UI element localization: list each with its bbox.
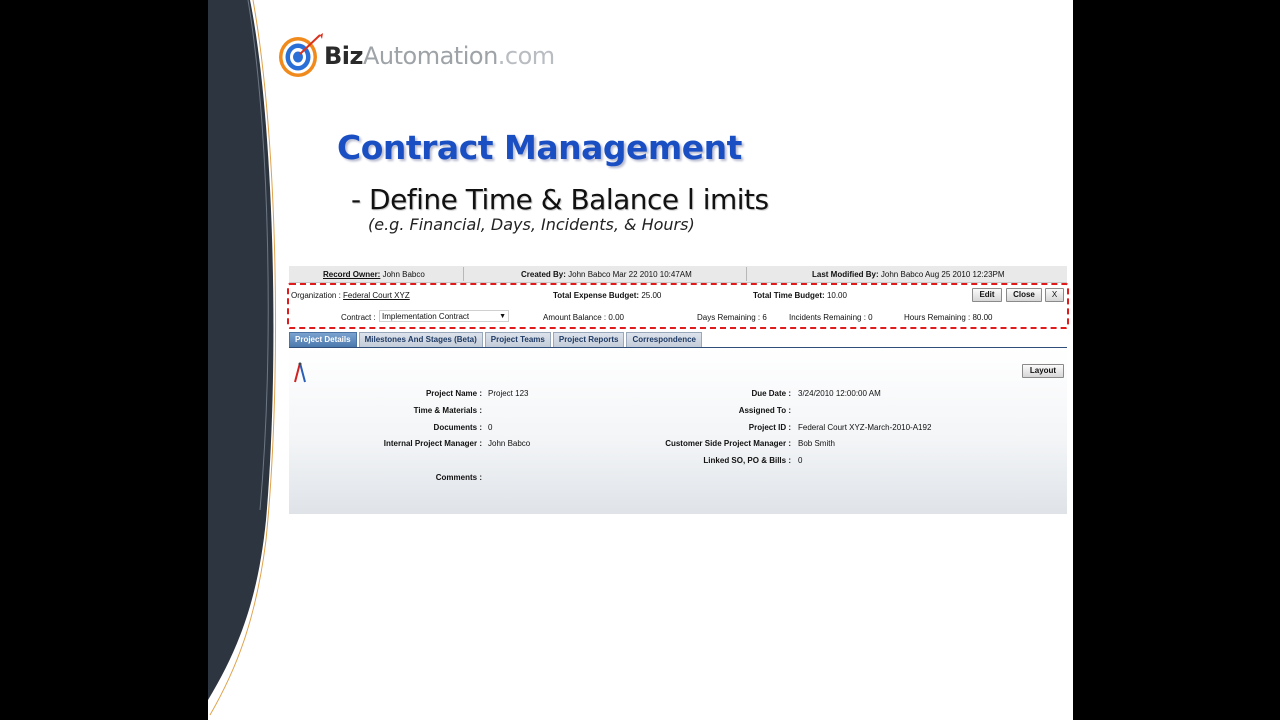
created-by-value: John Babco Mar 22 2010 10:47AM: [568, 270, 692, 279]
divider: [746, 267, 747, 281]
record-info-bar: Record Owner: John Babco Created By: Joh…: [289, 266, 1067, 283]
organization-field: Organization : Federal Court XYZ: [291, 291, 410, 300]
customer-pm-label: Customer Side Project Manager :: [665, 439, 791, 448]
project-name-value: Project 123: [488, 389, 529, 398]
hours-remaining-label: Hours Remaining :: [904, 313, 971, 322]
last-modified-label: Last Modified By:: [812, 270, 879, 279]
assigned-to-label: Assigned To :: [738, 406, 791, 415]
tab-project-teams[interactable]: Project Teams: [484, 332, 551, 347]
incidents-remaining: Incidents Remaining : 0: [789, 313, 873, 322]
tab-correspondence[interactable]: Correspondence: [626, 332, 703, 347]
project-name-label: Project Name :: [425, 389, 482, 398]
tab-bar: Project Details Milestones And Stages (B…: [289, 332, 704, 347]
chevron-down-icon: ▼: [499, 313, 506, 320]
time-materials-label: Time & Materials :: [413, 406, 482, 415]
total-expense-budget: Total Expense Budget: 25.00: [553, 291, 661, 300]
decorative-swoosh: [208, 0, 279, 720]
logo-com: .com: [497, 42, 555, 70]
incidents-remaining-label: Incidents Remaining :: [789, 313, 866, 322]
comments-label: Comments :: [435, 473, 482, 482]
tab-project-reports[interactable]: Project Reports: [552, 332, 625, 347]
documents-value: 0: [488, 423, 493, 432]
organization-label: Organization :: [291, 291, 341, 300]
close-button[interactable]: Close: [1006, 288, 1042, 302]
documents-label: Documents :: [433, 423, 482, 432]
time-budget-label: Total Time Budget:: [753, 291, 825, 300]
time-budget-value: 10.00: [826, 291, 847, 300]
x-close-button[interactable]: X: [1045, 288, 1064, 302]
logo-automation: Automation: [363, 42, 498, 70]
divider: [463, 267, 464, 281]
amount-balance-label: Amount Balance :: [543, 313, 607, 322]
customer-pm-value: Bob Smith: [798, 439, 835, 448]
amount-balance-value: 0.00: [608, 313, 624, 322]
internal-pm-value: John Babco: [488, 439, 531, 448]
tab-milestones-and-stages[interactable]: Milestones And Stages (Beta): [358, 332, 483, 347]
contract-select-value: Implementation Contract: [382, 312, 470, 321]
record-owner-value: John Babco: [382, 270, 425, 279]
days-remaining-value: 6: [762, 313, 767, 322]
last-modified: Last Modified By: John Babco Aug 25 2010…: [812, 270, 1005, 279]
hours-remaining: Hours Remaining : 80.00: [904, 313, 993, 322]
last-modified-value: John Babco Aug 25 2010 12:23PM: [880, 270, 1005, 279]
layout-button[interactable]: Layout: [1022, 364, 1064, 378]
contract-label: Contract :: [341, 313, 376, 322]
pencil-compass-icon: [294, 362, 306, 383]
created-by: Created By: John Babco Mar 22 2010 10:47…: [521, 270, 692, 279]
edit-button[interactable]: Edit: [972, 288, 1002, 302]
tab-project-details[interactable]: Project Details: [289, 332, 357, 347]
due-date-value: 3/24/2010 12:00:00 AM: [798, 389, 881, 398]
organization-link[interactable]: Federal Court XYZ: [343, 291, 410, 300]
days-remaining-label: Days Remaining :: [697, 313, 761, 322]
amount-balance: Amount Balance : 0.00: [543, 313, 624, 322]
slide: BizAutomation.com Contract Management - …: [208, 0, 1073, 720]
target-logo-icon: [279, 33, 323, 77]
slide-note: (e.g. Financial, Days, Incidents, & Hour…: [368, 215, 695, 234]
project-details-panel: Layout Project Name : Project 123 Time &…: [289, 348, 1067, 514]
due-date-label: Due Date :: [751, 389, 791, 398]
days-remaining: Days Remaining : 6: [697, 313, 767, 322]
project-id-value: Federal Court XYZ-March-2010-A192: [798, 423, 932, 432]
internal-pm-label: Internal Project Manager :: [383, 439, 482, 448]
bizautomation-logo: BizAutomation.com: [276, 30, 576, 80]
expense-budget-value: 25.00: [641, 291, 662, 300]
logo-biz: Biz: [324, 42, 364, 70]
record-owner-label: Record Owner:: [323, 270, 381, 279]
contract-app-window: Record Owner: John Babco Created By: Joh…: [287, 266, 1069, 514]
logo-wordmark: BizAutomation.com: [324, 42, 555, 70]
total-time-budget: Total Time Budget: 10.00: [753, 291, 847, 300]
expense-budget-label: Total Expense Budget:: [553, 291, 640, 300]
incidents-remaining-value: 0: [868, 313, 873, 322]
project-id-label: Project ID :: [748, 423, 791, 432]
linked-so-po-bills-value: 0: [798, 456, 803, 465]
hours-remaining-value: 80.00: [972, 313, 993, 322]
slide-title: Contract Management: [337, 128, 742, 167]
linked-so-po-bills-label: Linked SO, PO & Bills :: [703, 456, 791, 465]
contract-select[interactable]: Implementation Contract ▼: [379, 310, 509, 322]
created-by-label: Created By:: [521, 270, 566, 279]
record-owner: Record Owner: John Babco: [323, 270, 425, 279]
slide-subtitle: - Define Time & Balance l imits: [351, 183, 769, 216]
